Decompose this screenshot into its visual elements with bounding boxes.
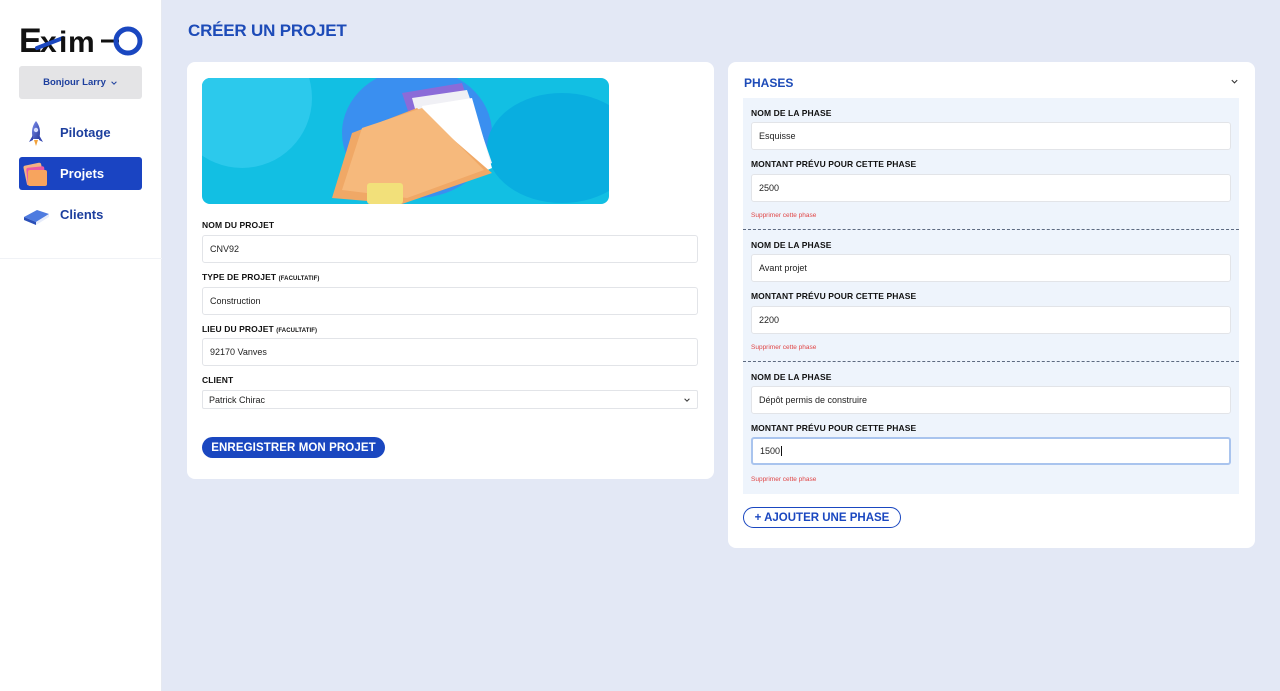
user-menu-button[interactable]: Bonjour Larry <box>19 66 142 99</box>
delete-phase-link[interactable]: Supprimer cette phase <box>751 344 816 351</box>
phase-amount-input[interactable]: 2500 <box>751 174 1231 202</box>
svg-text:i: i <box>59 26 67 59</box>
chevron-down-icon[interactable] <box>1230 77 1239 86</box>
add-phase-button[interactable]: + AJOUTER UNE PHASE <box>743 507 901 528</box>
phase-name-input[interactable]: Dépôt permis de construire <box>751 386 1231 414</box>
folder-illustration <box>202 78 609 204</box>
sidebar-item-label: Projets <box>60 166 105 181</box>
phase-amount-label: MONTANT PRÉVU POUR CETTE PHASE <box>751 291 917 301</box>
eximo-logo[interactable]: E x i m <box>19 21 143 59</box>
phase-amount-label: MONTANT PRÉVU POUR CETTE PHASE <box>751 159 917 169</box>
delete-phase-link[interactable]: Supprimer cette phase <box>751 476 816 483</box>
sidebar-item-label: Clients <box>60 207 104 222</box>
project-name-input[interactable]: CNV92 <box>202 235 698 263</box>
phase-name-value: Esquisse <box>759 131 796 141</box>
phase-amount-value: 2200 <box>759 315 780 325</box>
chevron-down-icon <box>684 397 690 402</box>
rocket-icon <box>29 120 43 146</box>
sidebar-item-projets[interactable]: Projets <box>19 157 142 190</box>
project-location-label: LIEU DU PROJET (FACULTATIF) <box>202 324 317 334</box>
client-label: CLIENT <box>202 375 234 385</box>
svg-text:E: E <box>19 22 42 59</box>
sidebar: E x i m Bonjour Larry Pilotage Projets <box>0 0 162 691</box>
phases-title: PHASES <box>744 76 794 90</box>
delete-phase-link[interactable]: Supprimer cette phase <box>751 212 816 219</box>
folder-icon <box>23 162 47 186</box>
page-title: CRÉER UN PROJET <box>188 21 347 40</box>
svg-text:m: m <box>68 26 95 59</box>
phase-amount-label: MONTANT PRÉVU POUR CETTE PHASE <box>751 423 917 433</box>
project-name-value: CNV92 <box>210 244 240 254</box>
optional-tag: (FACULTATIF) <box>276 328 318 334</box>
phases-card: PHASES NOM DE LA PHASE Esquisse MONTANT … <box>728 62 1255 548</box>
project-form-card: NOM DU PROJET CNV92 TYPE DE PROJET (FACU… <box>187 62 714 479</box>
project-type-input[interactable]: Construction <box>202 287 698 315</box>
phase-name-label: NOM DE LA PHASE <box>751 240 832 250</box>
project-name-label: NOM DU PROJET <box>202 220 275 230</box>
sidebar-divider <box>0 258 162 259</box>
phase-item: NOM DE LA PHASE Dépôt permis de construi… <box>743 362 1239 494</box>
sidebar-item-clients[interactable]: Clients <box>19 198 142 231</box>
phase-name-input[interactable]: Avant projet <box>751 254 1231 282</box>
project-location-label-text: LIEU DU PROJET <box>202 324 274 334</box>
text-caret <box>781 446 783 456</box>
phase-amount-value: 1500 <box>760 446 781 456</box>
sidebar-item-label: Pilotage <box>60 125 111 140</box>
phase-item: NOM DE LA PHASE Esquisse MONTANT PRÉVU P… <box>743 98 1239 230</box>
optional-tag: (FACULTATIF) <box>278 276 320 282</box>
project-type-value: Construction <box>210 296 261 306</box>
project-location-input[interactable]: 92170 Vanves <box>202 338 698 366</box>
phase-amount-input[interactable]: 2200 <box>751 306 1231 334</box>
greeting-label: Bonjour Larry <box>43 77 106 88</box>
project-location-value: 92170 Vanves <box>210 347 267 357</box>
book-icon <box>24 209 49 225</box>
project-type-label: TYPE DE PROJET (FACULTATIF) <box>202 272 319 282</box>
phase-amount-input[interactable]: 1500 <box>751 437 1231 465</box>
phase-name-value: Avant projet <box>759 263 807 273</box>
client-value: Patrick Chirac <box>209 394 266 405</box>
phase-name-input[interactable]: Esquisse <box>751 122 1231 150</box>
phase-name-value: Dépôt permis de construire <box>759 395 868 405</box>
sidebar-item-pilotage[interactable]: Pilotage <box>19 116 142 149</box>
project-type-label-text: TYPE DE PROJET <box>202 272 277 282</box>
phase-name-label: NOM DE LA PHASE <box>751 108 832 118</box>
chevron-down-icon <box>111 80 117 85</box>
client-select[interactable]: Patrick Chirac <box>202 390 698 409</box>
phase-name-label: NOM DE LA PHASE <box>751 372 832 382</box>
phase-amount-value: 2500 <box>759 183 780 193</box>
phase-item: NOM DE LA PHASE Avant projet MONTANT PRÉ… <box>743 230 1239 362</box>
save-project-button[interactable]: ENREGISTRER MON PROJET <box>202 437 385 458</box>
